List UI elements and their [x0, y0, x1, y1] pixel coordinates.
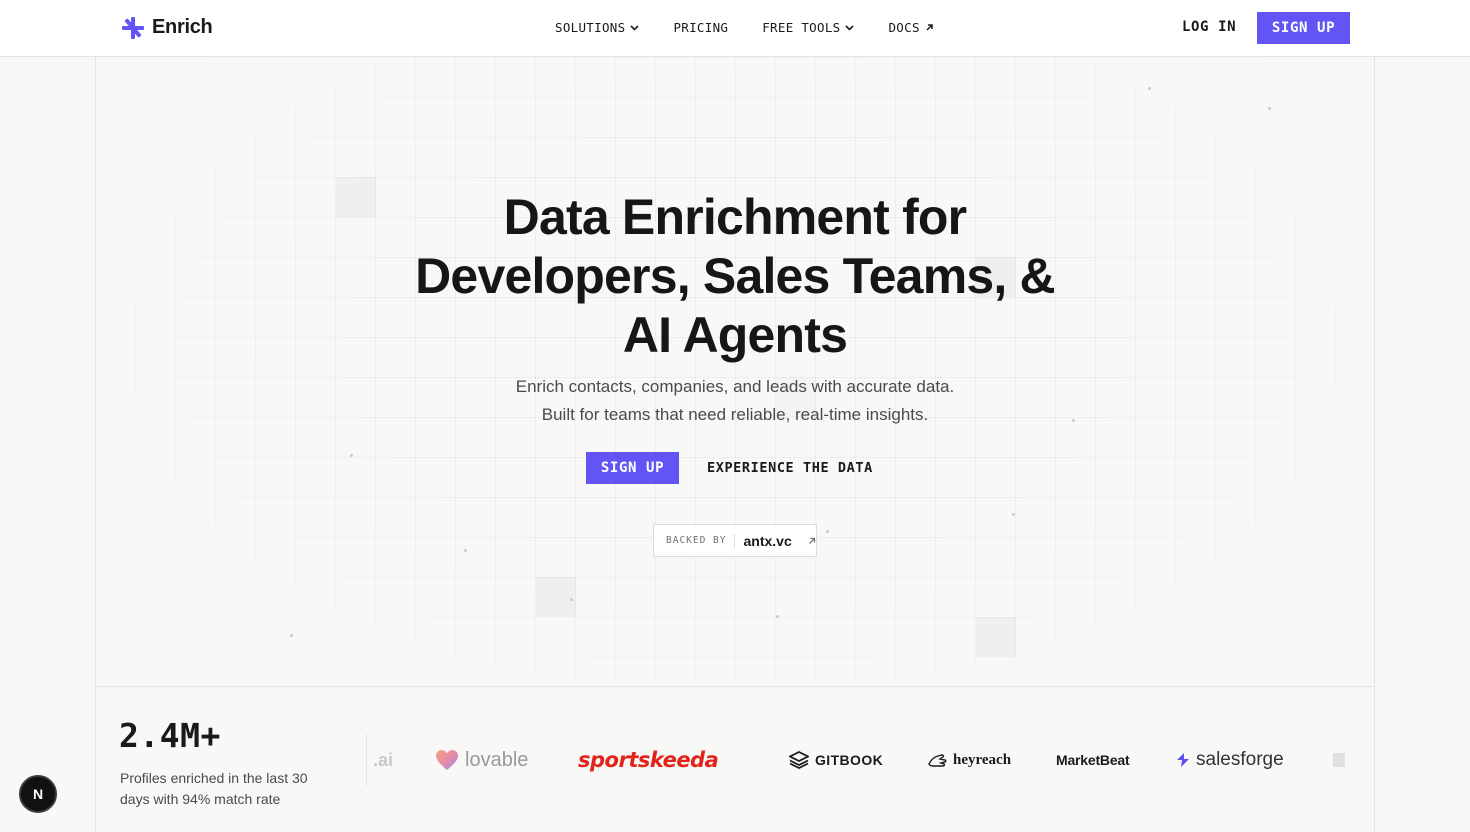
main-nav: SOLUTIONS PRICING FREE TOOLS DOCS: [555, 20, 934, 35]
hero-title-line-1: Data Enrichment for: [503, 189, 967, 245]
hero-grid-background: [96, 57, 1374, 686]
nav-docs-label: DOCS: [888, 20, 920, 35]
stat-number: 2.4M+: [119, 716, 221, 755]
nav-free-tools[interactable]: FREE TOOLS: [762, 20, 855, 35]
hero-title: Data Enrichment for Developers, Sales Te…: [335, 188, 1135, 365]
nav-free-tools-label: FREE TOOLS: [762, 20, 841, 35]
login-link[interactable]: LOG IN: [1182, 19, 1236, 35]
logo-ai-text: .ai: [373, 749, 394, 770]
grid-dot: [776, 615, 779, 618]
logo-lovable: lovable: [435, 738, 528, 782]
logo-gitbook: GITBOOK: [789, 738, 883, 782]
hand-icon: [928, 754, 947, 767]
grid-dot: [570, 598, 573, 601]
grid-dot: [464, 549, 467, 552]
hero-subtitle-line-2: Built for teams that need reliable, real…: [541, 405, 929, 424]
nextjs-dev-badge[interactable]: N: [19, 775, 57, 813]
experience-data-link[interactable]: EXPERIENCE THE DATA: [707, 460, 873, 476]
grid-dot: [1148, 87, 1151, 90]
stat-description: Profiles enriched in the last 30 days wi…: [120, 770, 308, 807]
logo-marketbeat-text: MarketBeat: [1056, 752, 1130, 768]
grid-dot: [826, 530, 829, 533]
hero-subtitle: Enrich contacts, companies, and leads wi…: [385, 373, 1085, 429]
grid-dot: [290, 634, 293, 637]
hero-subtitle-line-1: Enrich contacts, companies, and leads wi…: [515, 377, 955, 396]
signup-button-header[interactable]: SIGN UP: [1257, 12, 1350, 44]
salesforge-icon: [1177, 753, 1189, 767]
site-header: Enrich SOLUTIONS PRICING FREE TOOLS DOCS…: [0, 0, 1470, 57]
logo-ai: .ai: [373, 738, 393, 782]
grid-dot: [1012, 513, 1015, 516]
logo-gitbook-text: GITBOOK: [815, 752, 884, 768]
nav-pricing[interactable]: PRICING: [673, 20, 728, 35]
customer-logos-marquee: .ai lovable sportskeeda GITBOOK heyreach…: [367, 738, 1350, 782]
brand-name: Enrich: [152, 16, 213, 38]
backer-name: antx.vc: [743, 532, 792, 549]
grid-highlight-cell: [536, 577, 576, 617]
divider: [734, 533, 736, 548]
chevron-down-icon: [630, 24, 640, 31]
grid-highlight-cell: [976, 617, 1016, 657]
logo-salesforge-text: salesforge: [1196, 749, 1284, 770]
brand-logo[interactable]: Enrich: [120, 16, 213, 39]
logo-heyreach: heyreach: [927, 738, 1011, 782]
hero-title-line-2: Developers, Sales Teams, &: [415, 248, 1056, 304]
backed-by-badge[interactable]: BACKED BY antx.vc: [653, 524, 817, 557]
logo-lovable-text: lovable: [465, 748, 529, 771]
nav-solutions[interactable]: SOLUTIONS: [555, 20, 640, 35]
arrow-up-right-icon: [926, 24, 933, 31]
hero-title-line-3: AI Agents: [622, 307, 848, 363]
logo-marketbeat: MarketBeat: [1056, 738, 1130, 782]
signup-button-hero[interactable]: SIGN UP: [586, 452, 679, 484]
nav-pricing-label: PRICING: [673, 20, 729, 35]
logo-sportskeeda-text: sportskeeda: [578, 748, 719, 772]
logo-heyreach-text: heyreach: [953, 751, 1012, 768]
logo-salesforge: salesforge: [1176, 738, 1284, 782]
frame-line-right: [1374, 0, 1375, 832]
section-divider: [96, 686, 1374, 687]
chevron-down-icon: [845, 24, 855, 31]
backed-by-label: BACKED BY: [666, 535, 727, 546]
grid-dot: [1268, 107, 1271, 110]
nav-docs[interactable]: DOCS: [888, 20, 933, 35]
grid-dot: [350, 454, 353, 457]
nav-solutions-label: SOLUTIONS: [555, 20, 626, 35]
book-icon: [789, 751, 809, 769]
enrich-logo-icon: [122, 16, 144, 39]
logo-partial: [1333, 753, 1345, 767]
heart-icon: [436, 750, 458, 770]
arrow-up-right-icon: [808, 537, 815, 544]
logo-sportskeeda: sportskeeda: [578, 738, 719, 782]
